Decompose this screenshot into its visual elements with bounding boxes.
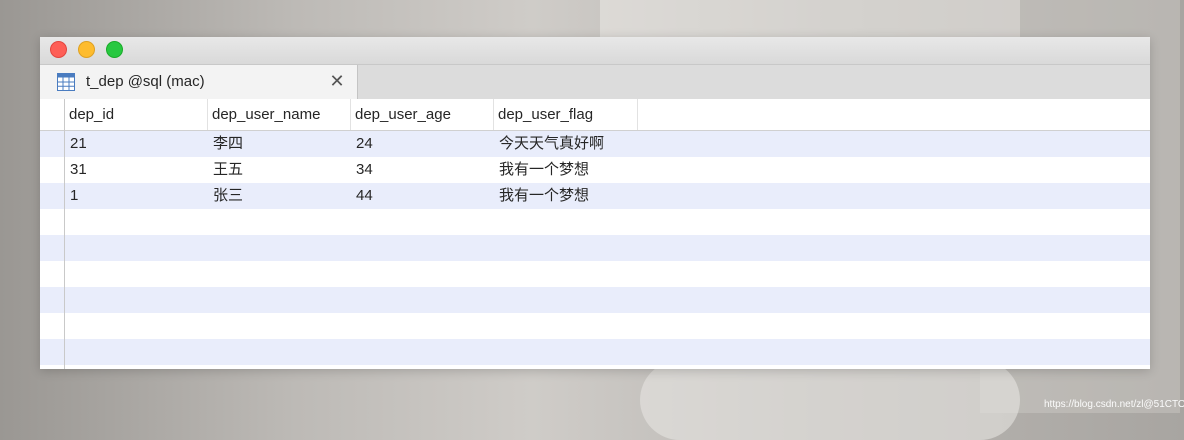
tab-t-dep[interactable]: t_dep @sql (mac) ✕ — [40, 65, 358, 100]
cell-dep-user-flag[interactable]: 我有一个梦想 — [494, 183, 694, 209]
cell-dep-user-age[interactable]: 24 — [351, 131, 494, 157]
table-row[interactable]: 1 张三 44 我有一个梦想 — [40, 183, 1150, 209]
cell-dep-id[interactable]: 1 — [65, 183, 208, 209]
close-window-button[interactable] — [50, 41, 67, 58]
row-gutter-divider — [64, 99, 65, 369]
tab-bar: t_dep @sql (mac) ✕ — [40, 64, 1150, 100]
app-window: t_dep @sql (mac) ✕ dep_id dep_user_name … — [40, 37, 1150, 369]
empty-row — [40, 261, 1150, 287]
close-icon[interactable]: ✕ — [327, 71, 347, 91]
empty-row — [40, 313, 1150, 339]
grid-header: dep_id dep_user_name dep_user_age dep_us… — [40, 99, 1150, 131]
cell-dep-user-flag[interactable]: 今天天气真好啊 — [494, 131, 694, 157]
zoom-window-button[interactable] — [106, 41, 123, 58]
tab-title: t_dep @sql (mac) — [86, 73, 205, 90]
cell-dep-user-flag[interactable]: 我有一个梦想 — [494, 157, 694, 183]
empty-row — [40, 287, 1150, 313]
column-header-dep-user-name[interactable]: dep_user_name — [208, 99, 351, 130]
cell-dep-id[interactable]: 31 — [65, 157, 208, 183]
empty-row — [40, 339, 1150, 365]
watermark: https://blog.csdn.net/zl@51CTO博客 — [1044, 399, 1184, 410]
cell-dep-user-name[interactable]: 李四 — [208, 131, 351, 157]
data-grid: dep_id dep_user_name dep_user_age dep_us… — [40, 99, 1150, 369]
table-icon — [57, 73, 75, 91]
table-row[interactable]: 31 王五 34 我有一个梦想 — [40, 157, 1150, 183]
empty-row — [40, 235, 1150, 261]
column-header-dep-id[interactable]: dep_id — [65, 99, 208, 130]
column-header-dep-user-flag[interactable]: dep_user_flag — [494, 99, 638, 130]
title-bar — [40, 37, 1150, 64]
table-row[interactable]: 21 李四 24 今天天气真好啊 — [40, 131, 1150, 157]
cell-dep-user-name[interactable]: 张三 — [208, 183, 351, 209]
empty-row — [40, 209, 1150, 235]
cell-dep-user-name[interactable]: 王五 — [208, 157, 351, 183]
cell-dep-user-age[interactable]: 34 — [351, 157, 494, 183]
cell-dep-user-age[interactable]: 44 — [351, 183, 494, 209]
cell-dep-id[interactable]: 21 — [65, 131, 208, 157]
column-header-dep-user-age[interactable]: dep_user_age — [351, 99, 494, 130]
minimize-window-button[interactable] — [78, 41, 95, 58]
background-shape — [640, 360, 1020, 440]
